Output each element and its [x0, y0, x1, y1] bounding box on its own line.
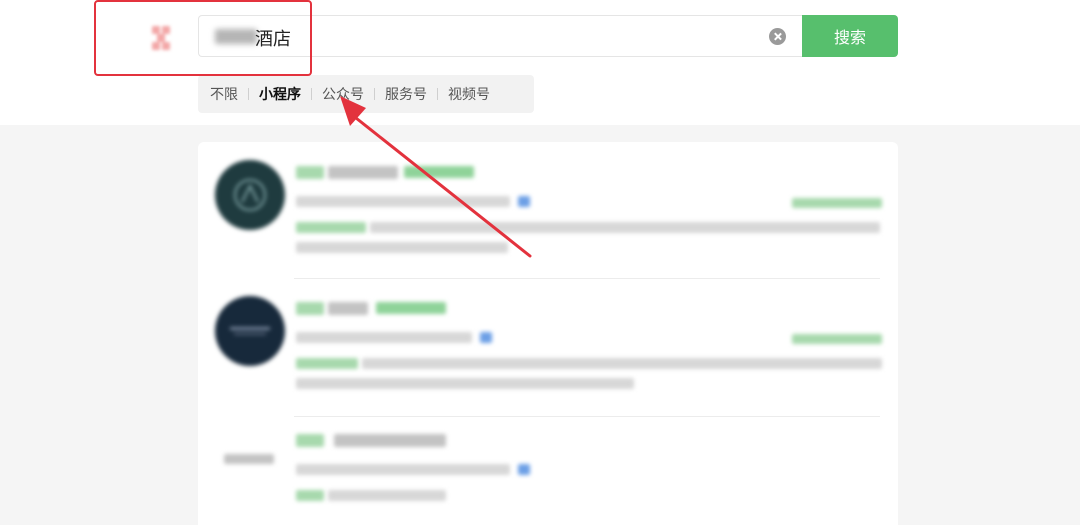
avatar-logo-icon [234, 179, 266, 211]
description [296, 242, 508, 253]
verified-icon [518, 464, 530, 475]
avatar-logo-icon [230, 327, 270, 335]
annotation-highlight-box [94, 0, 312, 76]
avatar [224, 454, 274, 464]
meta [792, 334, 882, 344]
title [334, 434, 446, 447]
description [296, 378, 634, 389]
tab-divider [374, 88, 375, 100]
title [328, 166, 398, 179]
verified-icon [480, 332, 492, 343]
list-item[interactable] [198, 142, 898, 282]
tab-divider [311, 88, 312, 100]
meta [792, 198, 882, 208]
tag [376, 302, 446, 314]
tab-channels[interactable]: 视频号 [448, 84, 490, 104]
tab-divider [248, 88, 249, 100]
tag [404, 166, 474, 178]
tag [296, 166, 324, 179]
description [296, 490, 324, 501]
filter-tabs: 不限 小程序 公众号 服务号 视频号 [198, 75, 534, 113]
description [296, 358, 358, 369]
tab-divider [437, 88, 438, 100]
subtitle [296, 464, 510, 475]
tab-mini-program[interactable]: 小程序 [259, 84, 301, 104]
divider [294, 416, 880, 417]
avatar [215, 296, 285, 366]
description [370, 222, 880, 233]
subtitle [296, 196, 510, 207]
results-list [198, 142, 898, 525]
search-button[interactable]: 搜索 [802, 15, 898, 57]
tab-all[interactable]: 不限 [210, 84, 238, 104]
description [328, 490, 446, 501]
tab-official-account[interactable]: 公众号 [322, 84, 364, 104]
description [296, 222, 366, 233]
divider [294, 278, 880, 279]
subtitle [296, 332, 472, 343]
tab-service-account[interactable]: 服务号 [385, 84, 427, 104]
verified-icon [518, 196, 530, 207]
avatar [215, 160, 285, 230]
tag [296, 434, 324, 447]
list-item[interactable] [198, 422, 898, 525]
tag [296, 302, 324, 315]
clear-icon[interactable] [769, 28, 786, 45]
list-item[interactable] [198, 282, 898, 422]
title [328, 302, 368, 315]
description [362, 358, 882, 369]
